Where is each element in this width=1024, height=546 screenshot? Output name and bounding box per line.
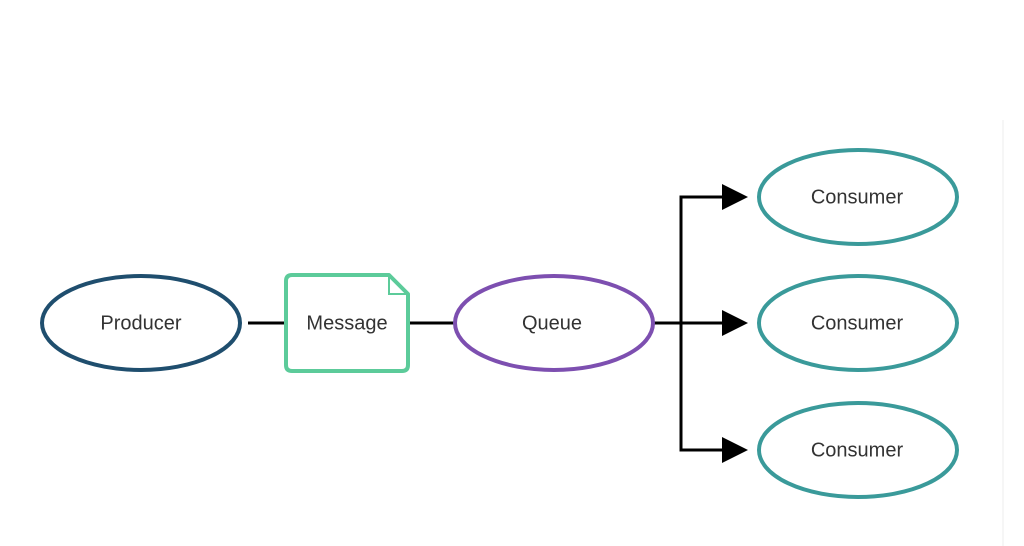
producer-label: Producer <box>100 312 181 334</box>
message-label: Message <box>306 312 387 334</box>
consumer-label: Consumer <box>811 312 904 334</box>
node-message[interactable]: Message <box>284 273 410 373</box>
edge-queue-consumer3 <box>679 323 724 452</box>
node-producer[interactable]: Producer <box>40 274 242 372</box>
consumer-label: Consumer <box>811 186 904 208</box>
node-consumer-2[interactable]: Consumer <box>757 274 959 372</box>
queue-label: Queue <box>522 312 582 334</box>
arrowhead-consumer3 <box>722 437 748 463</box>
arrowhead-consumer1 <box>722 184 748 210</box>
node-queue[interactable]: Queue <box>453 274 655 372</box>
consumer-label: Consumer <box>811 439 904 461</box>
arrowhead-consumer2 <box>722 310 748 336</box>
edge-queue-consumer1 <box>679 195 724 323</box>
node-consumer-3[interactable]: Consumer <box>757 401 959 499</box>
node-consumer-1[interactable]: Consumer <box>757 148 959 246</box>
diagram-canvas: Producer Message Queue Consumer Consumer… <box>40 120 1004 546</box>
